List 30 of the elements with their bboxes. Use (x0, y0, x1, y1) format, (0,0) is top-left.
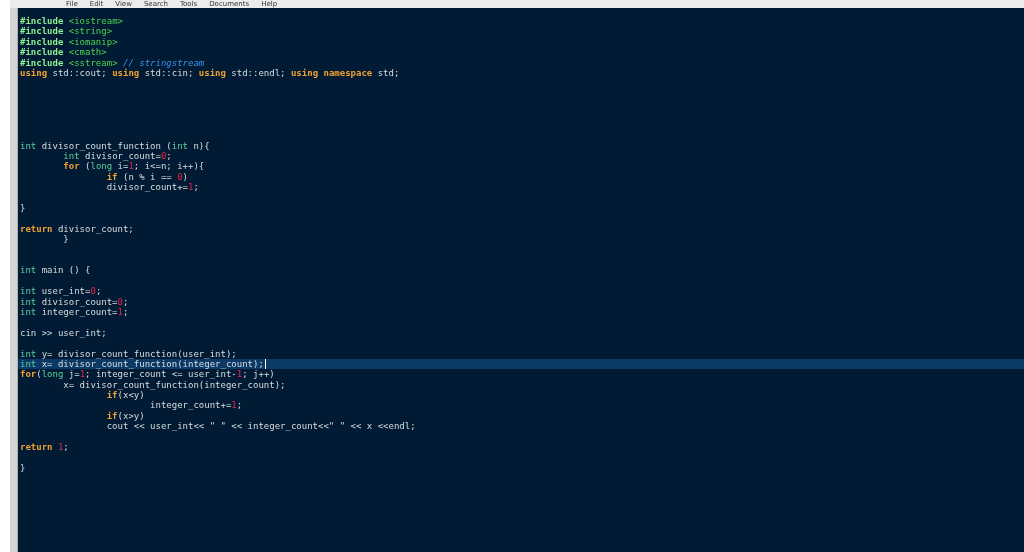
code-line: } (20, 203, 26, 214)
code-line: x= divisor_count_function(integer_count); (62, 379, 286, 391)
code-line: return divisor_count; (20, 223, 134, 235)
code-line: int integer_count=1; (20, 306, 129, 318)
code-line: #include <iomanip> (20, 36, 118, 47)
code-line: using std::cout; using std::cin; using std::endl; using namespace std; (20, 67, 400, 79)
code-line: cin >> user_int; (20, 327, 107, 339)
code-line: return 1; (20, 442, 69, 453)
code-line: for(long j=1; integer_count <= user_int-1; j++) (20, 369, 275, 380)
code-line: int divisor_count=0; (20, 296, 129, 307)
code-line: if(x<y) (106, 390, 145, 401)
code-line: for (long i=1; i<=n; i++){ (62, 161, 205, 172)
code-line: cout << user_int<< " " << integer_count<<" " << x <<endl; (105, 421, 416, 432)
code-line: } (20, 462, 26, 474)
code-line: if(x>y) (105, 410, 145, 422)
code-line: #include <sstream> // stringstream (20, 57, 205, 68)
code-line: int user_int=0; (20, 286, 102, 297)
code-line: if (n % i == 0) (106, 171, 188, 183)
code-line: #include <string> (20, 26, 113, 37)
code-line: #include <iostream> (20, 16, 123, 26)
code-line: integer_count+=1; (149, 400, 243, 411)
code-line: int y= divisor_count_function(user_int); (20, 348, 237, 359)
code-line: int divisor_count_function (int n){ (20, 140, 210, 152)
code-line: int x= divisor_count_function(integer_count); (20, 358, 264, 370)
code-line: divisor_count+=1; (105, 182, 199, 193)
code-line: } (62, 234, 69, 245)
code-line: int divisor_count=0; (62, 151, 172, 162)
code-line: int main () { (20, 265, 91, 276)
code-line: #include <cmath> (20, 47, 107, 58)
text-cursor (264, 358, 266, 369)
